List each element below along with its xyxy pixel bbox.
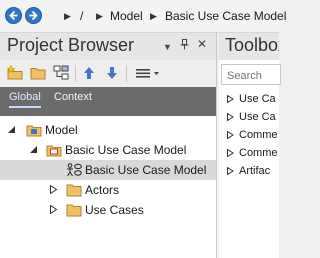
tab-context[interactable]: Context [54, 91, 92, 103]
tree-item-model[interactable]: Model [0, 120, 216, 140]
panel-title: Toolbox [225, 35, 279, 55]
tab-global[interactable]: Global [9, 91, 41, 108]
folder-icon [66, 184, 82, 197]
project-browser-header: Project Browser ▼ ✕ [0, 33, 216, 60]
pin-icon [180, 39, 189, 50]
folder-icon[interactable] [30, 65, 46, 81]
tree-label: Actors [85, 183, 120, 197]
folder-icon [66, 204, 82, 217]
hamburger-menu-icon[interactable] [135, 65, 163, 81]
arrow-left-icon [9, 10, 18, 21]
collapsed-arrow-icon[interactable] [49, 185, 58, 194]
breadcrumb-separator: ▶ [150, 11, 157, 21]
collapsed-arrow-icon[interactable] [49, 205, 58, 214]
panel-title: Project Browser [7, 35, 135, 55]
collapsed-arrow-icon [227, 113, 234, 121]
tree-item-basic-use-case-model-diagram[interactable]: Basic Use Case Model [0, 160, 216, 180]
breadcrumb-separator: ▶ [64, 11, 71, 21]
collapsed-arrow-icon [227, 167, 234, 175]
breadcrumb-item-basic-use-case-model[interactable]: Basic Use Case Model [165, 9, 286, 23]
hierarchy-icon[interactable] [53, 65, 69, 81]
use-case-diagram-icon [67, 163, 82, 177]
browser-tabs: Global Context [0, 87, 216, 116]
back-button[interactable] [5, 7, 22, 24]
breadcrumb-item-model[interactable]: Model [110, 9, 143, 23]
toolbar-divider [75, 65, 76, 82]
breadcrumb-separator: ▶ [96, 11, 103, 21]
tree-item-use-cases[interactable]: Use Cases [0, 200, 216, 220]
breadcrumb-root[interactable]: / [80, 9, 83, 23]
expanded-arrow-icon[interactable] [29, 145, 38, 154]
new-model-icon[interactable] [7, 65, 23, 81]
close-button[interactable]: ✕ [197, 37, 207, 51]
tree-item-actors[interactable]: Actors [0, 180, 216, 200]
toolbar-divider [126, 65, 127, 82]
collapsed-arrow-icon [227, 131, 234, 139]
tree-label: Basic Use Case Model [65, 143, 187, 157]
model-package-icon [26, 125, 42, 137]
move-down-icon[interactable] [104, 65, 120, 81]
toolbox-panel: Toolbox Use Ca Use Ca Comme Comme Artifa… [219, 33, 281, 258]
collapsed-arrow-icon [227, 95, 234, 103]
collapsed-arrow-icon [227, 149, 234, 157]
tree-label: Basic Use Case Model [85, 163, 207, 177]
toolbox-header: Toolbox [219, 33, 279, 60]
forward-button[interactable] [25, 7, 42, 24]
pin-button[interactable] [180, 39, 189, 53]
breadcrumb: ▶ / ▶ Model ▶ Basic Use Case Model [0, 0, 286, 33]
panel-menu-button[interactable]: ▼ [163, 42, 172, 52]
package-icon [46, 145, 62, 157]
project-tree: Model Basic Use Case Model Basic Use Cas… [0, 116, 216, 258]
project-browser-panel: Project Browser ▼ ✕ Global Context Model… [0, 33, 217, 258]
tree-label: Model [45, 123, 78, 137]
toolbox-search-input[interactable] [221, 64, 281, 85]
tree-label: Use Cases [85, 203, 144, 217]
tree-item-basic-use-case-model-package[interactable]: Basic Use Case Model [0, 140, 216, 160]
project-browser-toolbar [0, 60, 216, 87]
arrow-right-icon [29, 10, 38, 21]
move-up-icon[interactable] [81, 65, 97, 81]
expanded-arrow-icon[interactable] [7, 125, 16, 134]
